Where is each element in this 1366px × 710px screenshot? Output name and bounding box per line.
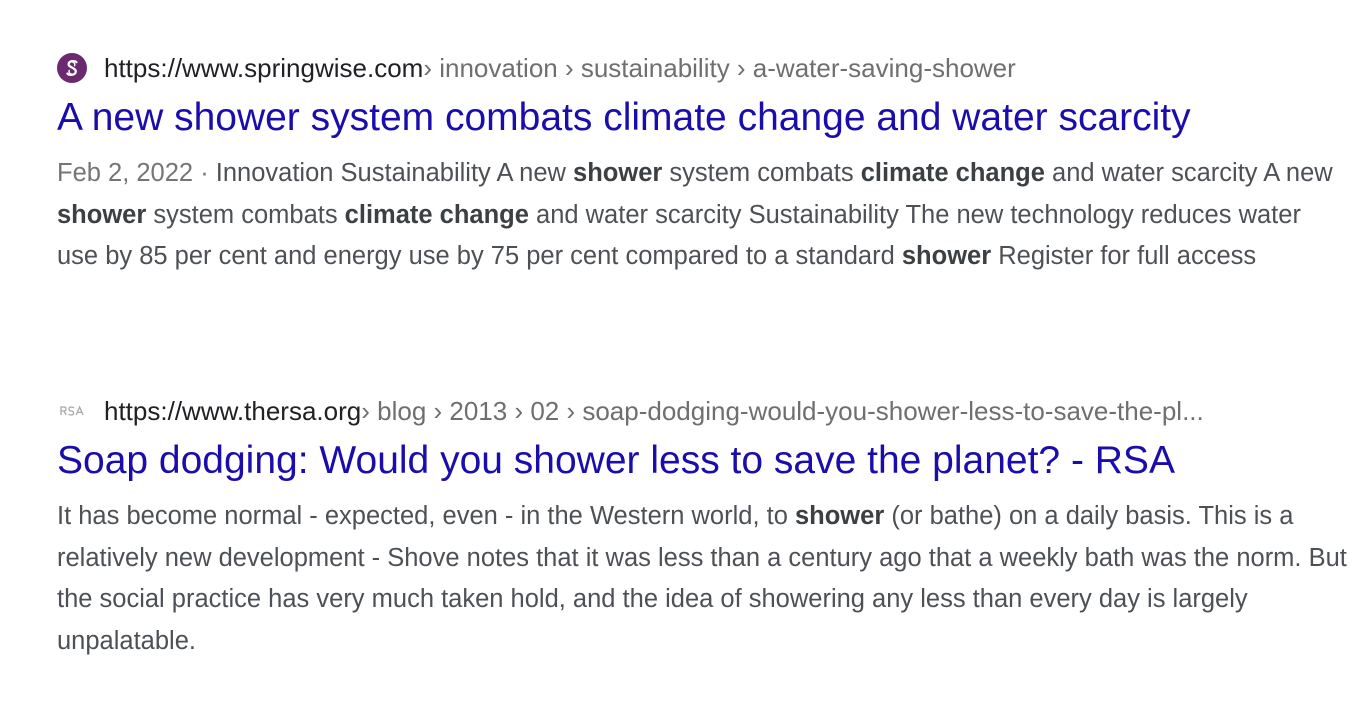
- date-separator: ·: [193, 159, 216, 187]
- snippet-text: system combats: [146, 200, 345, 229]
- snippet-highlight: climate change: [860, 159, 1045, 187]
- rsa-favicon-icon: [57, 396, 87, 426]
- springwise-favicon-icon: [57, 53, 87, 83]
- snippet-highlight: shower: [901, 242, 992, 270]
- snippet-text: It has become normal - expected, even - …: [57, 502, 795, 530]
- result-url-breadcrumb: › innovation › sustainability › a-water-…: [423, 52, 1016, 83]
- result-url-row[interactable]: https://www.thersa.org › blog › 2013 › 0…: [57, 393, 1347, 429]
- snippet-text: system combats: [662, 159, 861, 187]
- search-result: https://www.springwise.com › innovation …: [57, 50, 1347, 278]
- result-url-domain: https://www.thersa.org: [104, 395, 362, 426]
- snippet-text: Innovation Sustainability A new: [215, 159, 574, 187]
- snippet-text: and water scarcity A new: [1044, 159, 1333, 187]
- result-title-link[interactable]: Soap dodging: Would you shower less to s…: [57, 435, 1347, 487]
- result-url-domain: https://www.springwise.com: [104, 52, 424, 83]
- search-result: https://www.thersa.org › blog › 2013 › 0…: [57, 393, 1347, 662]
- snippet-highlight: shower: [573, 159, 663, 187]
- snippet-highlight: shower: [57, 200, 147, 229]
- snippet-highlight: climate change: [344, 200, 529, 229]
- result-url-row[interactable]: https://www.springwise.com › innovation …: [57, 50, 1347, 86]
- result-url-breadcrumb: › blog › 2013 › 02 › soap-dodging-would-…: [361, 395, 1204, 426]
- result-snippet: Feb 2, 2022 · Innovation Sustainability …: [57, 153, 1347, 278]
- snippet-text: Register for full access: [991, 242, 1257, 270]
- result-date: Feb 2, 2022: [57, 159, 194, 187]
- result-title-link[interactable]: A new shower system combats climate chan…: [57, 92, 1347, 144]
- snippet-highlight: shower: [794, 502, 885, 530]
- result-snippet: It has become normal - expected, even - …: [57, 496, 1347, 662]
